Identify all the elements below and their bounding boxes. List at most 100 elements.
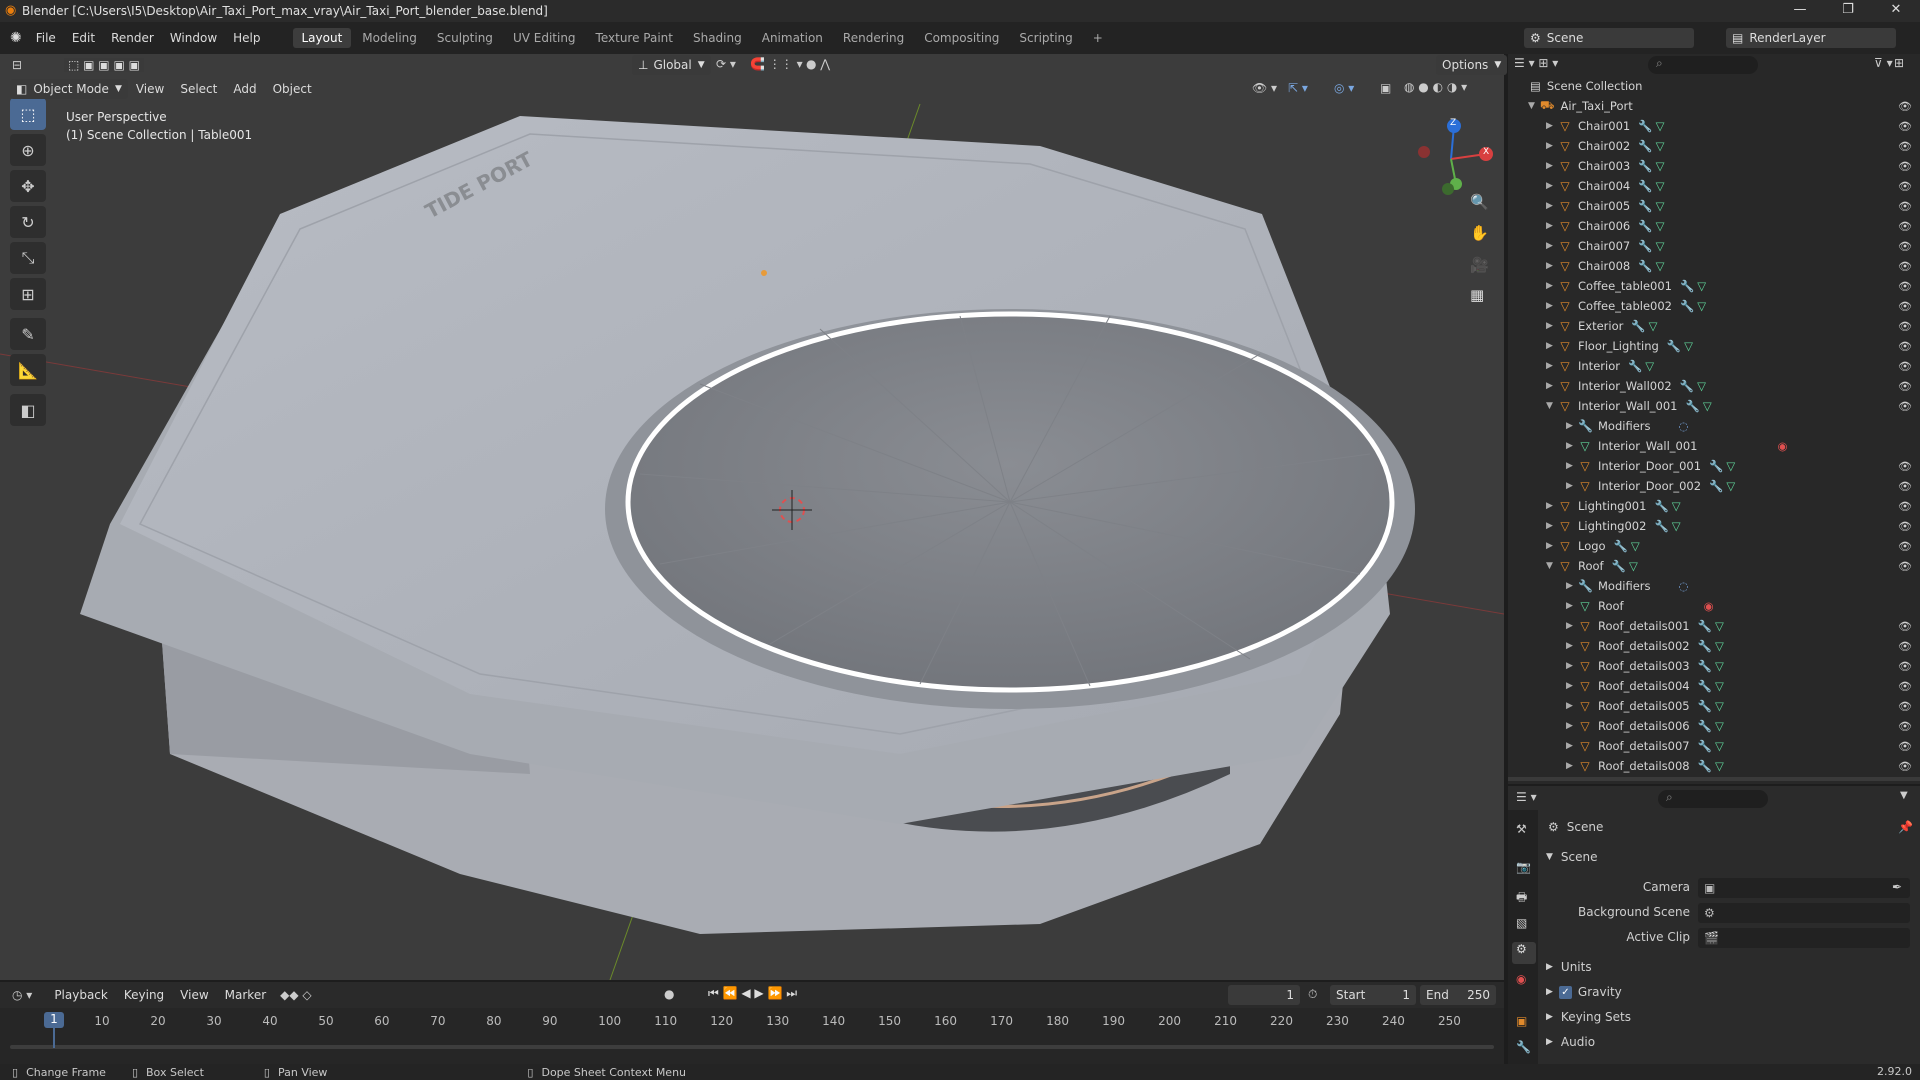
outliner-row[interactable]: ▶ ▽ Chair006 🔧 ▽ 👁 [1508,216,1920,236]
eye-icon[interactable]: 👁 [1898,700,1912,713]
active-clip-field[interactable]: 🎬 [1698,928,1910,948]
mesh-icon[interactable]: ▽ [1715,739,1724,753]
eye-icon[interactable]: 👁 [1898,160,1912,173]
scene-selector[interactable]: ⚙ Scene [1524,28,1694,48]
mesh-icon[interactable]: ▽ [1697,379,1706,393]
expand-right-icon[interactable]: ▶ [1566,581,1578,591]
eye-icon[interactable]: 👁 [1898,200,1912,213]
eye-icon[interactable]: 👁 [1898,280,1912,293]
tab-texture-paint[interactable]: Texture Paint [587,28,682,48]
snap-icon[interactable]: 🧲 ⋮⋮ ▾ [750,57,803,71]
outliner-row[interactable]: ▶ ▽ Chair004 🔧 ▽ 👁 [1508,176,1920,196]
gravity-panel-header[interactable]: ▶ ✓ Gravity [1546,985,1622,999]
eye-icon[interactable]: 👁 [1898,460,1912,473]
outliner-search-input[interactable]: ⌕ [1648,56,1758,74]
outliner-row[interactable]: ▶ ▽ Chair007 🔧 ▽ 👁 [1508,236,1920,256]
maximize-button[interactable]: ❐ [1828,0,1868,22]
start-frame-field[interactable]: Start 1 [1330,985,1416,1005]
viewport-menu-select[interactable]: Select [172,82,225,96]
modifier-wrench-icon[interactable]: 🔧 [1638,259,1652,273]
expand-right-icon[interactable]: ▶ [1546,521,1558,531]
shading-modes-icon[interactable]: ◍ ● ◐ ◑ ▾ [1404,80,1467,94]
tab-layout[interactable]: Layout [292,28,352,48]
eye-icon[interactable]: 👁 [1898,300,1912,313]
material-icon[interactable]: ◉ [1704,599,1714,613]
modifier-wrench-icon[interactable]: 🔧 [1698,679,1712,693]
outliner-row[interactable]: ▶ ▽ Roof_details007 🔧 ▽ 👁 [1508,736,1920,756]
minimize-button[interactable]: — [1780,0,1820,22]
mesh-icon[interactable]: ▽ [1726,459,1735,473]
clock-icon[interactable]: ⏱ [1308,987,1317,1002]
eye-icon[interactable]: 👁 [1898,240,1912,253]
modifier-wrench-icon[interactable]: 🔧 [1698,659,1712,673]
expand-right-icon[interactable]: ▶ [1566,421,1578,431]
menu-edit[interactable]: Edit [64,31,103,45]
eye-icon[interactable]: 👁 [1898,360,1912,373]
expand-right-icon[interactable]: ▶ [1546,161,1558,171]
modifier-wrench-icon[interactable]: 🔧 [1680,379,1694,393]
expand-right-icon[interactable]: ▶ [1566,661,1578,671]
eye-icon[interactable]: 👁 [1898,720,1912,733]
world-tab-icon[interactable]: ◉ [1516,972,1526,986]
mesh-icon[interactable]: ▽ [1631,539,1640,553]
transform-tool[interactable]: ⊞ [10,278,46,310]
modifier-wrench-icon[interactable]: 🔧 [1614,539,1628,553]
modifier-wrench-icon[interactable]: 🔧 [1709,479,1723,493]
end-frame-field[interactable]: End 250 [1420,985,1496,1005]
modifier-tab-icon[interactable]: 🔧 [1516,1040,1531,1054]
expand-right-icon[interactable]: ▶ [1546,381,1558,391]
menu-file[interactable]: File [28,31,64,45]
mesh-icon[interactable]: ▽ [1656,159,1665,173]
new-collection-icon[interactable]: ⊞ [1894,56,1904,70]
expand-right-icon[interactable]: ▶ [1566,641,1578,651]
tab-animation[interactable]: Animation [753,28,832,48]
outliner-row[interactable]: ▶ ▽ Coffee_table001 🔧 ▽ 👁 [1508,276,1920,296]
pan-hand-icon[interactable]: ✋ [1470,224,1489,242]
tab-scripting[interactable]: Scripting [1010,28,1081,48]
expand-down-icon[interactable]: ▼ [1528,101,1540,111]
tab-shading[interactable]: Shading [684,28,751,48]
keying-sets-panel-header[interactable]: ▶ Keying Sets [1546,1010,1631,1024]
expand-right-icon[interactable]: ▶ [1566,461,1578,471]
eye-icon[interactable]: 👁 [1898,500,1912,513]
outliner-row[interactable]: ▶ ▽ Exterior 🔧 ▽ 👁 [1508,316,1920,336]
timeline-scrollbar[interactable] [0,1042,1504,1052]
menu-help[interactable]: Help [225,31,268,45]
expand-right-icon[interactable]: ▶ [1546,341,1558,351]
annotate-tool[interactable]: ✎ [10,318,46,350]
orientation-dropdown[interactable]: ⊥ Global ▼ [632,55,711,75]
modifier-wrench-icon[interactable]: 🔧 [1654,519,1668,533]
properties-editor-icon[interactable]: ☰ ▾ [1516,790,1537,804]
mesh-icon[interactable]: ▽ [1629,559,1638,573]
output-tab-icon[interactable]: 🖶 [1516,888,1527,909]
outliner-row[interactable]: ▶ ▽ Roof_details006 🔧 ▽ 👁 [1508,716,1920,736]
navigation-gizmo[interactable]: Z X [1406,114,1496,204]
zoom-icon[interactable]: 🔍 [1470,193,1489,211]
modifier-wrench-icon[interactable]: 🔧 [1680,299,1694,313]
eye-icon[interactable]: 👁 [1898,760,1912,773]
expand-right-icon[interactable]: ▶ [1566,601,1578,611]
proportional-edit-icon[interactable]: ● ⋀ [806,57,830,71]
playback-controls-icon[interactable]: ⏮ ⏪ ◀ ▶ ⏩ ⏭ [708,986,797,1001]
eye-icon[interactable]: 👁 [1898,380,1912,393]
current-frame-field[interactable]: 1 [1228,985,1300,1005]
outliner-row[interactable]: ▶ 🔧 Modifiers ◌ [1508,576,1920,596]
mesh-icon[interactable]: ▽ [1715,639,1724,653]
eye-icon[interactable]: 👁 [1898,260,1912,273]
measure-tool[interactable]: 📐 [10,354,46,386]
expand-right-icon[interactable]: ▶ [1546,281,1558,291]
eye-icon[interactable]: 👁 [1898,660,1912,673]
modifier-wrench-icon[interactable]: 🔧 [1654,499,1668,513]
mesh-icon[interactable]: ▽ [1715,659,1724,673]
filter-icon[interactable]: ⊽ ▾ [1874,56,1893,70]
viewport-menu-object[interactable]: Object [265,82,320,96]
cursor-tool[interactable]: ⊕ [10,134,46,166]
modifier-wrench-icon[interactable]: 🔧 [1631,319,1645,333]
modifier-wrench-icon[interactable]: 🔧 [1698,619,1712,633]
expand-right-icon[interactable]: ▶ [1566,441,1578,451]
outliner-row[interactable]: ▶ ▽ Roof_details003 🔧 ▽ 👁 [1508,656,1920,676]
eye-icon[interactable]: 👁 [1898,540,1912,553]
view-layer-tab-icon[interactable]: ▧ [1516,916,1527,930]
timeline-menu-playback[interactable]: Playback [46,988,116,1002]
expand-right-icon[interactable]: ▶ [1566,681,1578,691]
